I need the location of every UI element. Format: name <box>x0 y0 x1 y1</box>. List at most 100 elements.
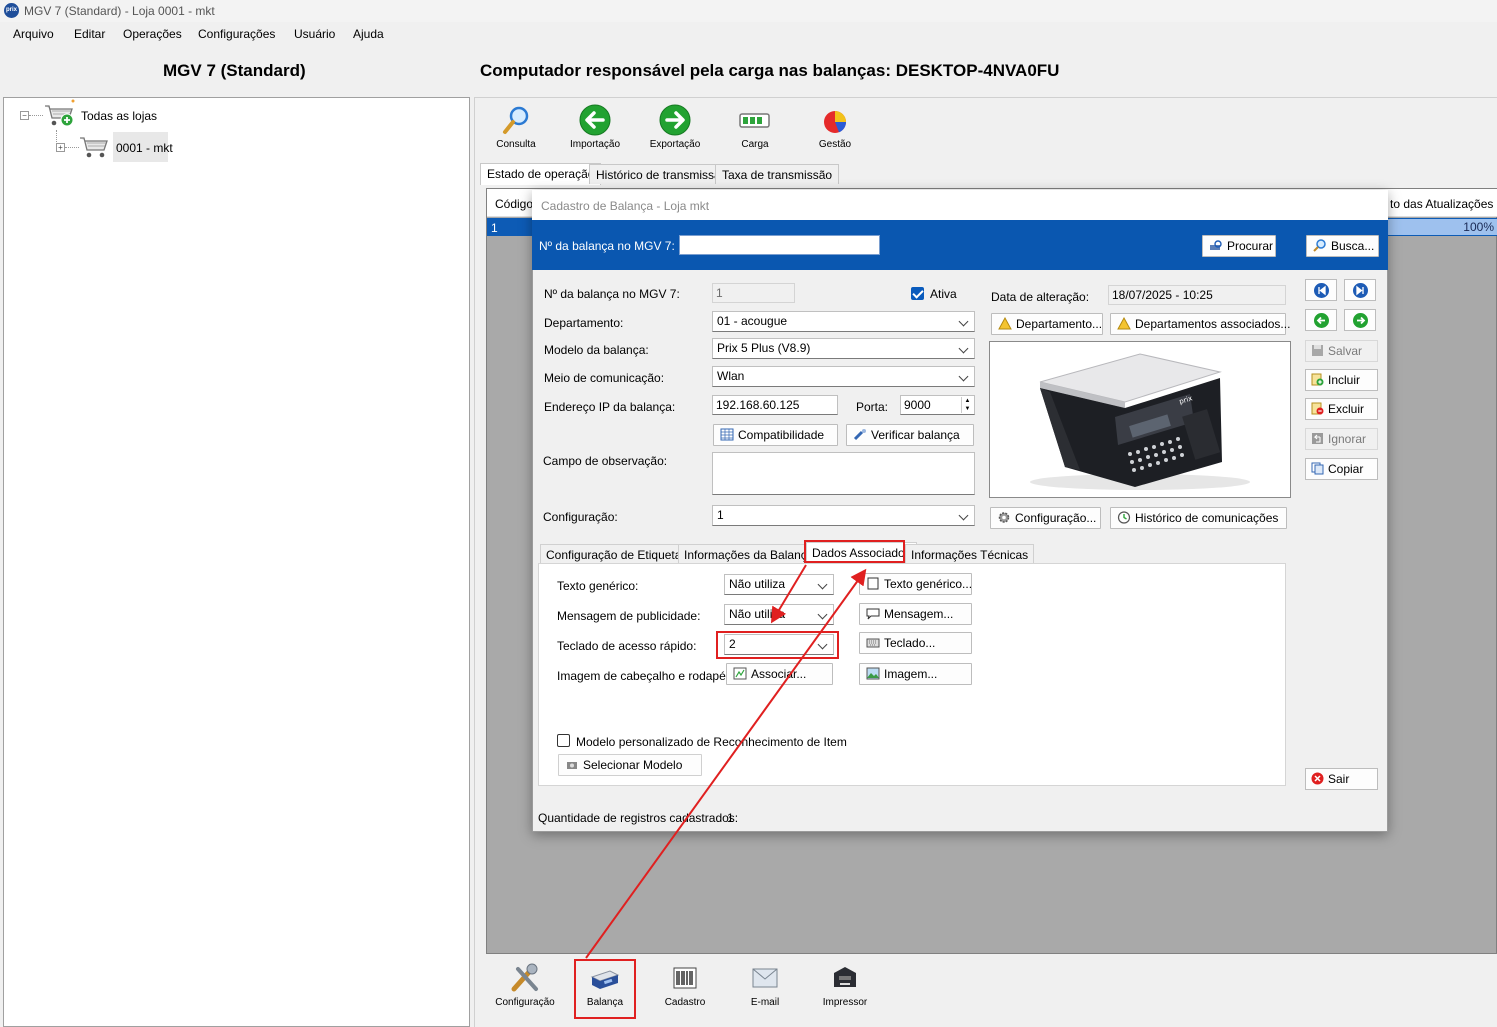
teclado-button[interactable]: Teclado... <box>859 632 972 654</box>
modelo-select[interactable]: Prix 5 Plus (V8.9) <box>712 338 975 359</box>
imagem-button[interactable]: Imagem... <box>859 663 972 685</box>
last-record-button[interactable] <box>1344 279 1376 301</box>
menu-ajuda[interactable]: Ajuda <box>353 27 384 41</box>
busca-label: Busca... <box>1331 239 1375 253</box>
menu-usuario[interactable]: Usuário <box>294 27 335 41</box>
chevron-down-icon <box>957 340 971 357</box>
mensagem-value: Não utiliza <box>729 607 786 621</box>
configuracao-module-button[interactable]: Configuração <box>490 963 560 1008</box>
menu-operacoes[interactable]: Operações <box>123 27 182 41</box>
configuracao-select[interactable]: 1 <box>712 505 975 526</box>
scale-image: prix <box>1030 353 1250 490</box>
menu-configuracoes[interactable]: Configurações <box>198 27 275 41</box>
verificar-balanca-button[interactable]: Verificar balança <box>846 424 974 446</box>
historico-label: Histórico de comunicações <box>1135 511 1279 525</box>
clock-icon <box>1117 510 1131 524</box>
warning-icon <box>998 316 1012 330</box>
num-label: Nº da balança no MGV 7: <box>544 287 680 301</box>
dialog-titlebar: Cadastro de Balança - Loja mkt <box>532 190 1388 220</box>
sair-button[interactable]: Sair <box>1305 768 1378 790</box>
mensagem-button-label: Mensagem... <box>884 607 954 621</box>
cadastro-module-button[interactable]: Cadastro <box>650 963 720 1008</box>
mensagem-select[interactable]: Não utiliza <box>724 604 834 625</box>
mensagem-button[interactable]: Mensagem... <box>859 603 972 625</box>
last-icon <box>1353 283 1368 298</box>
impressor-module-button[interactable]: Impressor <box>810 963 880 1008</box>
first-icon <box>1314 283 1329 298</box>
historico-comunicacoes-button[interactable]: Histórico de comunicações <box>1110 507 1287 529</box>
spin-down-icon[interactable]: ▼ <box>961 405 973 413</box>
highlight-dados-associados <box>804 540 905 563</box>
compatibilidade-button[interactable]: Compatibilidade <box>713 424 838 446</box>
highlight-balanca <box>574 959 636 1019</box>
meio-select[interactable]: Wlan <box>712 366 975 387</box>
gestao-button[interactable]: Gestão <box>800 104 870 150</box>
quantidade-value: 1 <box>727 811 734 825</box>
search-icon <box>1313 238 1327 252</box>
departamento-button-label: Departamento... <box>1016 317 1103 331</box>
compatibilidade-label: Compatibilidade <box>738 428 825 442</box>
spin-up-icon[interactable]: ▲ <box>961 397 973 405</box>
email-module-button[interactable]: E-mail <box>730 963 800 1008</box>
menu-editar[interactable]: Editar <box>74 27 105 41</box>
menu-arquivo[interactable]: Arquivo <box>13 27 54 41</box>
tree-root-label[interactable]: Todas as lojas <box>81 109 157 123</box>
previous-record-button[interactable] <box>1305 309 1337 331</box>
ignorar-label: Ignorar <box>1328 432 1367 446</box>
grid-col-codigo[interactable]: Código <box>495 197 533 211</box>
previous-icon <box>1314 313 1329 328</box>
search-label: Nº da balança no MGV 7: <box>539 239 675 253</box>
next-record-button[interactable] <box>1344 309 1376 331</box>
selecionar-modelo-button[interactable]: Selecionar Modelo <box>558 754 702 776</box>
tab-taxa-transmissao[interactable]: Taxa de transmissão <box>715 164 840 184</box>
tab-estado-operacao[interactable]: Estado de operação <box>480 163 602 185</box>
modelo-personalizado-checkbox[interactable] <box>557 734 570 747</box>
title-bar: prix MGV 7 (Standard) - Loja 0001 - mkt <box>0 0 1497 22</box>
importacao-button[interactable]: Importação <box>560 104 630 150</box>
copiar-button[interactable]: Copiar <box>1305 458 1378 480</box>
highlight-teclado <box>716 631 839 659</box>
ip-label: Endereço IP da balança: <box>544 400 676 414</box>
collapse-icon[interactable]: − <box>20 111 29 120</box>
expand-icon[interactable]: + <box>56 143 65 152</box>
carga-button[interactable]: Carga <box>720 104 790 150</box>
departamento-select[interactable]: 01 - acougue <box>712 311 975 332</box>
next-icon <box>1353 313 1368 328</box>
excluir-button[interactable]: Excluir <box>1305 398 1378 420</box>
busca-button[interactable]: Busca... <box>1306 235 1379 257</box>
associar-button[interactable]: Associar... <box>726 663 833 685</box>
ignorar-button[interactable]: Ignorar <box>1305 428 1378 450</box>
porta-input[interactable]: 9000 ▲ ▼ <box>900 395 975 415</box>
configuracao-value: 1 <box>717 508 724 522</box>
delete-document-icon <box>1311 401 1324 415</box>
copiar-label: Copiar <box>1328 462 1364 476</box>
modelo-value: Prix 5 Plus (V8.9) <box>717 341 811 355</box>
texto-generico-button[interactable]: Texto genérico... <box>859 573 972 595</box>
texto-generico-select[interactable]: Não utiliza <box>724 574 834 595</box>
scale-photo: prix <box>989 341 1291 498</box>
consulta-button[interactable]: Consulta <box>481 104 551 150</box>
departamento-button[interactable]: Departamento... <box>991 313 1103 335</box>
search-input[interactable] <box>679 235 880 255</box>
observacao-textarea[interactable] <box>712 452 975 495</box>
salvar-button[interactable]: Salvar <box>1305 340 1378 362</box>
tab-historico-transmissao[interactable]: Histórico de transmissão <box>589 164 735 184</box>
tab-configuracao-etiquetas[interactable]: Configuração de Etiquetas <box>540 544 694 564</box>
procurar-button[interactable]: Procurar <box>1202 235 1276 257</box>
tab-informacoes-balanca[interactable]: Informações da Balança <box>678 544 820 564</box>
observacao-label: Campo de observação: <box>543 454 668 468</box>
departamentos-associados-button[interactable]: Departamentos associados... <box>1110 313 1290 335</box>
configuracao-button[interactable]: Configuração... <box>990 507 1101 529</box>
incluir-button[interactable]: Incluir <box>1305 369 1378 391</box>
exportacao-button[interactable]: Exportação <box>640 104 710 150</box>
meio-label: Meio de comunicação: <box>544 371 665 385</box>
tree-store-label[interactable]: 0001 - mkt <box>116 141 173 155</box>
tab-informacoes-tecnicas[interactable]: Informações Técnicas <box>905 544 1035 564</box>
first-record-button[interactable] <box>1305 279 1337 301</box>
tools-icon <box>511 963 538 992</box>
tree-line <box>29 115 43 116</box>
ativa-checkbox[interactable] <box>911 287 924 300</box>
ip-input[interactable]: 192.168.60.125 <box>712 395 838 415</box>
magnifier-icon <box>503 106 529 134</box>
grid-col-atualizacoes[interactable]: to das Atualizações <box>1390 197 1493 211</box>
